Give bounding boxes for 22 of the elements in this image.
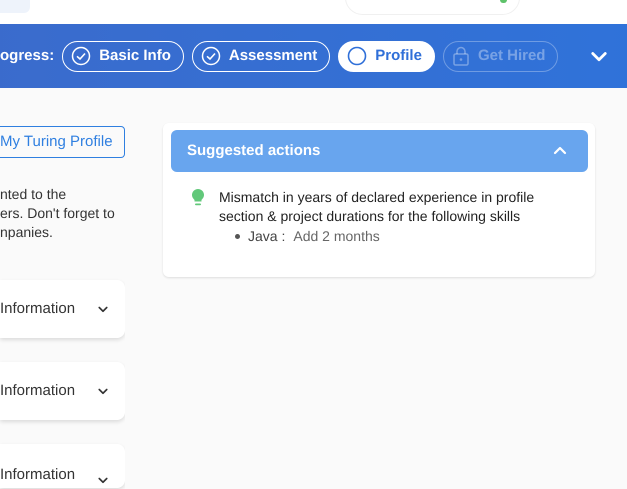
circle-icon — [347, 46, 368, 66]
note-text: nted to the ers. Don't forget to npanies. — [0, 185, 116, 242]
bullet-icon — [235, 234, 240, 239]
progress-label: ogress: — [0, 46, 54, 66]
section-title: Information — [0, 464, 76, 484]
section-card[interactable]: Information — [0, 280, 125, 338]
progress-step[interactable]: Basic Info — [62, 40, 184, 72]
section-card[interactable]: Information — [0, 362, 125, 420]
check-circle-icon — [200, 46, 221, 66]
section-title: Information — [0, 380, 76, 401]
progress-step[interactable]: Assessment — [192, 40, 330, 72]
progress-step[interactable]: Profile — [338, 40, 435, 72]
check-circle-icon — [71, 46, 92, 66]
section-title: Information — [0, 298, 76, 319]
skill-name: Java : — [248, 227, 286, 246]
lightbulb-icon — [191, 188, 205, 208]
suggested-actions-header[interactable]: Suggested actions — [171, 130, 588, 172]
skill-advice: Add 2 months — [293, 227, 380, 246]
profile-button[interactable]: My Turing Profile — [0, 126, 125, 158]
section-card[interactable]: Information — [0, 444, 125, 488]
lock-icon — [452, 46, 470, 66]
suggestion-text: Mismatch in years of declared experience in profile section & project durations for the following skills — [219, 188, 536, 226]
